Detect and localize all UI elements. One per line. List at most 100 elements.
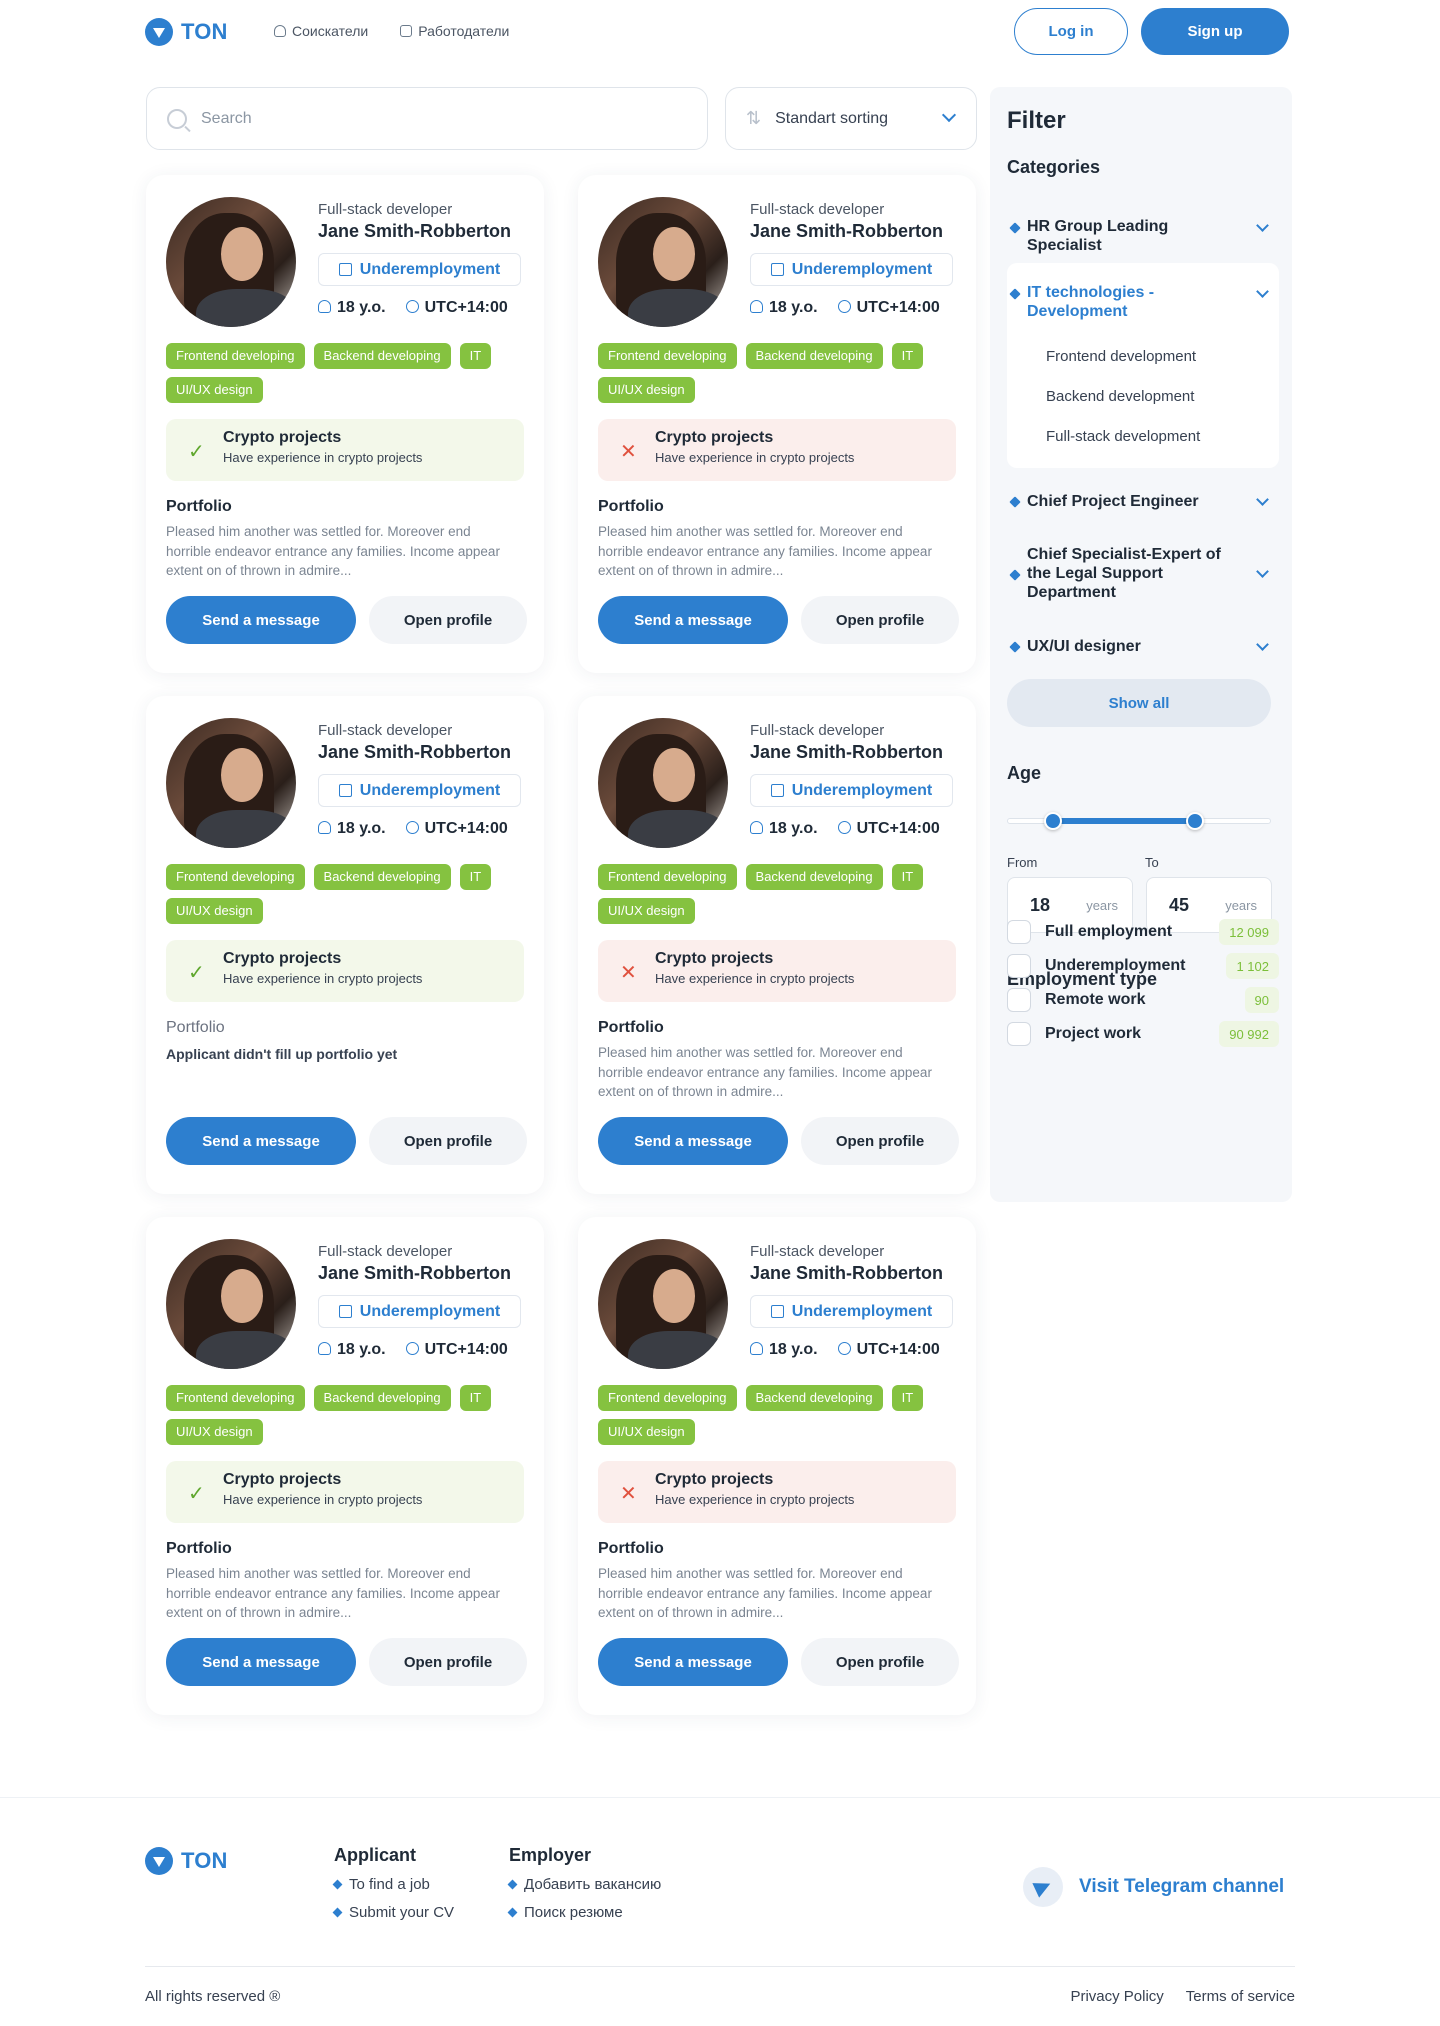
diamond-icon	[1009, 222, 1021, 234]
signup-button[interactable]: Sign up	[1141, 8, 1289, 55]
employment-option-label: Full employment	[1045, 923, 1173, 940]
employment-badge: Underemployment	[318, 1295, 521, 1328]
candidate-role: Full-stack developer	[318, 1243, 453, 1260]
footer-link[interactable]: Submit your CV	[332, 1904, 454, 1921]
age-slider-handle-to[interactable]	[1186, 812, 1205, 830]
clock-icon	[837, 300, 851, 313]
crypto-subtitle: Have experience in crypto projects	[223, 450, 423, 465]
open-profile-button[interactable]: Open profile	[369, 1117, 527, 1165]
checkbox[interactable]	[1007, 954, 1031, 978]
open-profile-button[interactable]: Open profile	[801, 1638, 959, 1686]
footer-link[interactable]: To find a job	[332, 1876, 454, 1893]
send-message-button[interactable]: Send a message	[166, 1117, 356, 1165]
send-message-button[interactable]: Send a message	[166, 1638, 356, 1686]
avatar[interactable]	[598, 718, 728, 848]
employment-option[interactable]: Project work 90 992	[1007, 1020, 1279, 1048]
person-icon	[750, 821, 763, 834]
filter-title: Filter	[1007, 107, 1066, 134]
open-profile-button[interactable]: Open profile	[801, 596, 959, 644]
nav-employers[interactable]: Работодатели	[400, 23, 509, 39]
open-profile-button[interactable]: Open profile	[369, 1638, 527, 1686]
footer-logo[interactable]: TON	[145, 1847, 228, 1875]
logo-text: TON	[181, 19, 228, 44]
checkbox[interactable]	[1007, 920, 1031, 944]
footer-link-label: Добавить вакансию	[524, 1876, 662, 1893]
employment-option[interactable]: Underemployment 1 102	[1007, 952, 1279, 980]
avatar[interactable]	[598, 197, 728, 327]
employment-badge: Underemployment	[750, 774, 953, 807]
chevron-down-icon[interactable]	[1256, 285, 1269, 298]
subcategory-fullstack[interactable]: Full-stack development	[1046, 428, 1200, 445]
login-button[interactable]: Log in	[1014, 8, 1128, 55]
telegram-link[interactable]: Visit Telegram channel	[1023, 1867, 1284, 1907]
portfolio-title: Portfolio	[598, 1540, 664, 1557]
employment-option[interactable]: Remote work 90	[1007, 986, 1279, 1014]
clock-icon	[837, 821, 851, 834]
terms-link[interactable]: Terms of service	[1186, 1988, 1295, 2005]
subcategory-frontend[interactable]: Frontend development	[1046, 348, 1196, 365]
privacy-link[interactable]: Privacy Policy	[1070, 1988, 1163, 2005]
nav-applicants[interactable]: Соискатели	[274, 23, 368, 39]
employment-badge: Underemployment	[750, 1295, 953, 1328]
skill-tags: Frontend developing Backend developing IT U…	[166, 1385, 526, 1445]
age-unit: years	[1086, 897, 1118, 913]
category-hr[interactable]: HR Group Leading Specialist	[1007, 217, 1279, 255]
briefcase-icon	[400, 25, 413, 37]
crypto-experience: ✕ Crypto projects Have experience in cry…	[598, 1461, 956, 1523]
candidate-role: Full-stack developer	[750, 722, 885, 739]
skill-tag: Frontend developing	[598, 864, 737, 890]
open-profile-button[interactable]: Open profile	[369, 596, 527, 644]
category-uxui[interactable]: UX/UI designer	[1007, 637, 1279, 656]
category-chief-engineer[interactable]: Chief Project Engineer	[1007, 492, 1279, 511]
age-from-value: 18	[1030, 894, 1051, 915]
chevron-down-icon[interactable]	[1256, 565, 1269, 578]
edit-icon	[338, 1305, 352, 1318]
employment-label: Underemployment	[359, 781, 501, 799]
crypto-experience: ✓ Crypto projects Have experience in cry…	[166, 1461, 524, 1523]
avatar[interactable]	[166, 718, 296, 848]
portfolio-title: Portfolio	[166, 1019, 225, 1036]
candidate-name: Jane Smith-Robberton	[750, 221, 944, 241]
open-profile-button[interactable]: Open profile	[801, 1117, 959, 1165]
portfolio-text: Pleased him another was settled for. Mor…	[598, 524, 932, 578]
footer-link[interactable]: Поиск резюме	[507, 1904, 661, 1921]
candidate-meta: 18 y.o. UTC+14:00	[318, 820, 508, 838]
send-message-button[interactable]: Send a message	[598, 596, 788, 644]
age-slider-handle-from[interactable]	[1043, 812, 1062, 830]
skill-tag: Backend developing	[745, 343, 883, 369]
age-slider[interactable]	[1007, 812, 1271, 830]
candidate-timezone: UTC+14:00	[837, 299, 940, 317]
avatar[interactable]	[598, 1239, 728, 1369]
footer-link-label: Поиск резюме	[524, 1904, 623, 1921]
search-input[interactable]	[201, 109, 661, 128]
send-message-button[interactable]: Send a message	[598, 1638, 788, 1686]
candidate-card: Full-stack developer Jane Smith-Robberto…	[146, 696, 544, 1194]
check-icon: ✓	[188, 962, 205, 984]
footer-link[interactable]: Добавить вакансию	[507, 1876, 662, 1893]
avatar[interactable]	[166, 197, 296, 327]
category-it[interactable]: IT technologies - Development	[1007, 283, 1279, 321]
category-legal[interactable]: Chief Specialist-Expert of the Legal Sup…	[1007, 545, 1279, 602]
employment-option[interactable]: Full employment 12 099	[1007, 918, 1279, 946]
employment-count-badge: 90 992	[1219, 1021, 1279, 1047]
candidate-card: Full-stack developer Jane Smith-Robberto…	[578, 696, 976, 1194]
candidate-age: 18 y.o.	[750, 820, 818, 838]
candidate-timezone: UTC+14:00	[837, 1341, 940, 1359]
send-message-button[interactable]: Send a message	[166, 596, 356, 644]
crypto-experience: ✓ Crypto projects Have experience in cry…	[166, 419, 524, 481]
sort-select[interactable]: ⇅ Standart sorting	[725, 87, 977, 150]
send-message-button[interactable]: Send a message	[598, 1117, 788, 1165]
employment-label: Underemployment	[359, 260, 501, 278]
candidate-age: 18 y.o.	[318, 299, 386, 317]
checkbox[interactable]	[1007, 1022, 1031, 1046]
avatar[interactable]	[166, 1239, 296, 1369]
show-all-button[interactable]: Show all	[1007, 679, 1271, 727]
subcategory-backend[interactable]: Backend development	[1046, 388, 1194, 405]
checkbox[interactable]	[1007, 988, 1031, 1012]
chevron-down-icon[interactable]	[1256, 638, 1269, 651]
chevron-down-icon[interactable]	[1256, 219, 1269, 232]
logo[interactable]: TON	[145, 18, 228, 46]
chevron-down-icon[interactable]	[1256, 493, 1269, 506]
employment-option-label: Underemployment	[1045, 957, 1186, 974]
skill-tag: IT	[891, 864, 924, 890]
